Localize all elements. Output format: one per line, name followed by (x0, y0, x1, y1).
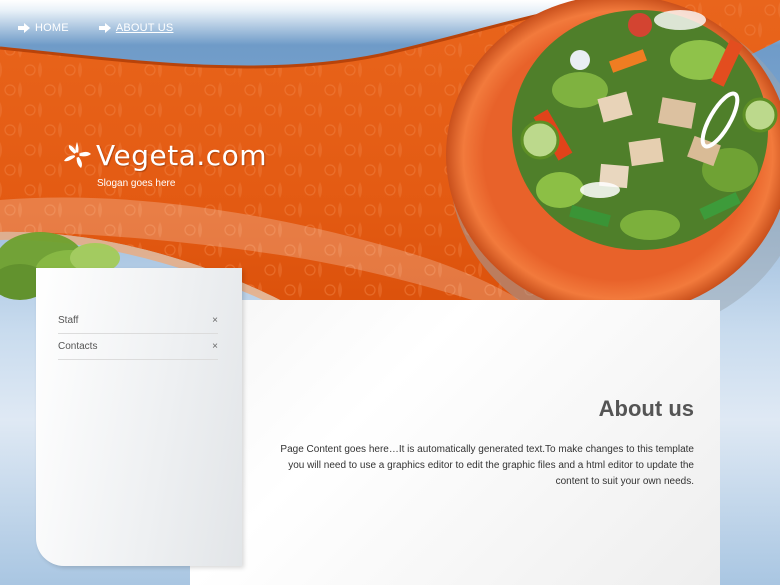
sidebar: Staff × Contacts × (36, 268, 242, 566)
arrow-right-icon (98, 23, 111, 33)
top-navigation: HOME ABOUT US (18, 22, 173, 34)
sidebar-item-label: Contacts (58, 341, 98, 352)
nav-home-link[interactable]: HOME (18, 22, 69, 34)
arrow-right-icon (18, 23, 30, 33)
sidebar-menu: Staff × Contacts × (58, 308, 218, 360)
nav-about-us-link[interactable]: ABOUT US (98, 22, 174, 34)
sidebar-item-contacts[interactable]: Contacts × (58, 334, 218, 360)
sidebar-item-label: Staff (58, 315, 79, 326)
close-icon: × (212, 341, 218, 352)
site-logo[interactable]: Vegeta.com (60, 138, 267, 172)
leaf-logo-icon (64, 142, 91, 168)
site-slogan: Slogan goes here (97, 178, 176, 189)
page-content: Page Content goes here…It is automatical… (280, 444, 694, 487)
page-title: About us (598, 396, 694, 421)
site-title: Vegeta.com (96, 138, 268, 172)
sidebar-item-staff[interactable]: Staff × (58, 308, 218, 334)
nav-home-label: HOME (35, 22, 69, 34)
close-icon: × (212, 315, 218, 326)
nav-about-us-label: ABOUT US (115, 22, 174, 34)
